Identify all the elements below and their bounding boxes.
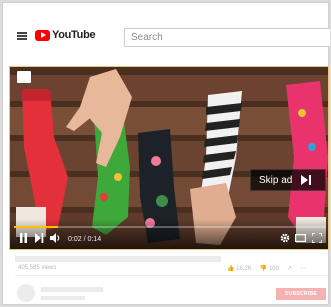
like-dislike-bar: 👍 16,2K 👎 100 ↗ ⋯	[227, 265, 306, 272]
subscribe-button[interactable]: SUBSCRIBE	[276, 288, 326, 300]
more-icon[interactable]: ⋯	[300, 265, 306, 272]
skip-ad-label: Skip ad	[259, 174, 293, 186]
divider	[15, 275, 327, 276]
progress-fill	[14, 226, 58, 228]
share-icon[interactable]: ↗	[287, 265, 292, 272]
settings-gear-icon[interactable]	[280, 232, 290, 244]
channel-logo-icon	[17, 71, 31, 83]
time-total: 0:14	[87, 236, 102, 243]
video-title-placeholder	[15, 256, 221, 262]
time-current: 0:02	[68, 236, 82, 243]
dislike-count: 100	[268, 266, 279, 272]
skip-next-icon	[301, 175, 312, 185]
like-button[interactable]: 👍 16,2K	[227, 265, 252, 272]
masthead: YouTube	[3, 3, 330, 55]
progress-bar[interactable]	[14, 226, 326, 228]
menu-icon[interactable]	[17, 32, 27, 40]
time-display: 0:02 / 0:14	[68, 236, 101, 243]
skip-ad-button[interactable]: Skip ad	[250, 169, 326, 191]
theater-mode-icon[interactable]	[295, 232, 306, 244]
play-logo-icon	[35, 29, 50, 41]
youtube-logo[interactable]: YouTube	[35, 29, 96, 41]
video-player[interactable]: Skip ad 0:02 / 0:14	[9, 66, 329, 250]
like-count: 16,2K	[236, 266, 252, 272]
avatar[interactable]	[17, 284, 35, 302]
fullscreen-icon[interactable]	[312, 232, 322, 244]
browser-frame: YouTube Search Skip ad 0:02 / 0:14 405,5…	[2, 2, 330, 305]
pause-icon[interactable]	[19, 232, 28, 244]
search-input[interactable]	[124, 28, 330, 47]
publish-date-placeholder	[41, 296, 85, 300]
volume-icon[interactable]	[50, 232, 61, 244]
channel-name-placeholder	[41, 287, 103, 292]
dislike-button[interactable]: 👎 100	[260, 265, 279, 272]
view-count: 405,585 views	[18, 265, 57, 271]
next-icon[interactable]	[35, 232, 44, 244]
logo-text: YouTube	[52, 29, 96, 41]
